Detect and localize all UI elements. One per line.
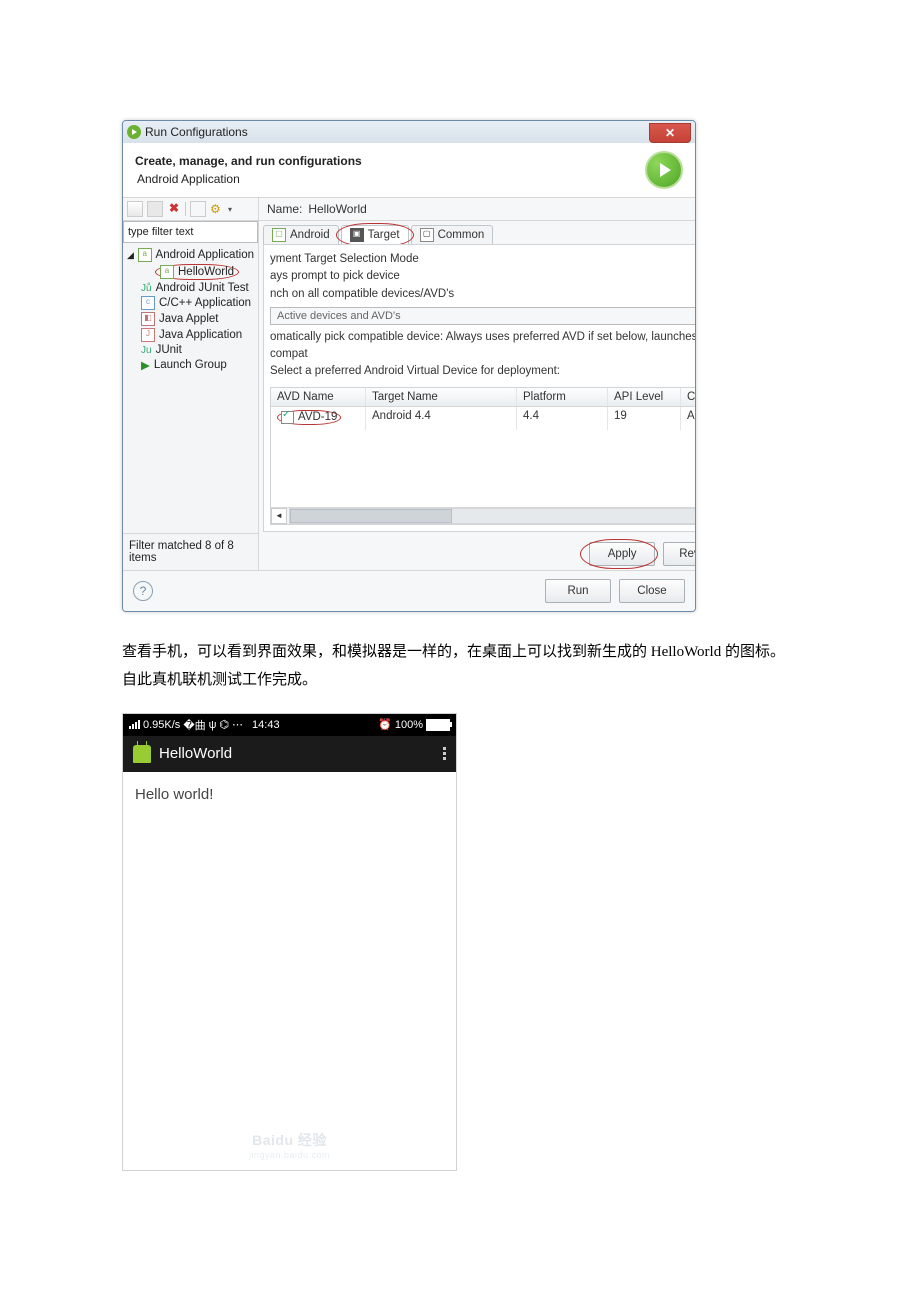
signal-icon — [129, 720, 140, 729]
th-avd-name[interactable]: AVD Name — [271, 388, 366, 406]
delete-icon[interactable]: ✖ — [167, 202, 181, 216]
hello-text: Hello world! — [135, 786, 213, 803]
tree-item-junit[interactable]: Ju JUnit — [125, 343, 256, 357]
android-config-icon: a — [160, 265, 174, 279]
cpp-icon: c — [141, 296, 155, 310]
duplicate-icon[interactable] — [147, 201, 163, 217]
header-subtitle: Android Application — [137, 172, 362, 186]
tab-android[interactable]: ▢ Android — [263, 225, 339, 244]
cell-avd-name: AVD-19 — [298, 411, 337, 423]
status-time: 14:43 — [252, 719, 280, 731]
config-tree: ◢ a Android Application a HelloWorld Jů … — [123, 243, 258, 533]
run-button[interactable]: Run — [545, 579, 611, 603]
left-pane: ✖ ⚙ ▾ ◢ a Android Application a — [123, 198, 259, 570]
th-cpu[interactable]: CPU/A — [681, 388, 696, 406]
tab-target[interactable]: ▣ Target — [341, 225, 409, 244]
tab-common[interactable]: ▢ Common — [411, 225, 494, 244]
status-bar: 0.95K/s �曲 ψ ⌬ ⋯ 14:43 ⏰ 100% — [123, 714, 456, 736]
name-value[interactable]: HelloWorld — [308, 202, 696, 216]
more-icon: ⋯ — [232, 718, 243, 731]
watermark: Baidu 经验 jingyan.baidu.com — [123, 1130, 456, 1160]
avd-table: AVD Name Target Name Platform API Level … — [270, 387, 696, 525]
footer: ? Run Close — [123, 570, 695, 611]
active-devices-dropdown[interactable]: Active devices and AVD's — [270, 307, 696, 325]
cell-cpu: ARM — [681, 407, 696, 430]
panel-line1: yment Target Selection Mode — [270, 251, 696, 268]
help-icon[interactable]: ? — [133, 581, 153, 601]
dropdown-arrow-icon[interactable]: ▾ — [228, 205, 232, 214]
cell-api-level: 19 — [608, 407, 681, 430]
applet-icon: ◧ — [141, 312, 155, 326]
filter-input[interactable] — [123, 221, 258, 243]
battery-icon — [426, 719, 450, 731]
alarm-icon: ⏰ — [378, 718, 392, 731]
app-title: HelloWorld — [159, 745, 232, 762]
status-speed: 0.95K/s — [143, 719, 180, 731]
bug-icon: ⌬ — [219, 718, 229, 731]
th-platform[interactable]: Platform — [517, 388, 608, 406]
cell-platform: 4.4 — [517, 407, 608, 430]
wifi-icon: �曲 — [183, 717, 205, 733]
close-button[interactable]: Close — [619, 579, 685, 603]
phone-body: Hello world! — [123, 772, 456, 817]
header: Create, manage, and run configurations A… — [123, 143, 695, 198]
hscrollbar[interactable]: ◄ ► — [271, 507, 696, 524]
table-row[interactable]: AVD-19 Android 4.4 4.4 19 ARM — [271, 407, 696, 430]
filter-status: Filter matched 8 of 8 items — [123, 533, 258, 570]
panel-line3: nch on all compatible devices/AVD's — [270, 286, 696, 303]
tree-item-android-junit[interactable]: Jů Android JUnit Test — [125, 281, 256, 295]
titlebar[interactable]: Run Configurations ✕ — [123, 121, 695, 143]
psi-icon: ψ — [209, 719, 217, 731]
overflow-menu-icon[interactable] — [443, 747, 446, 760]
target-tab-icon: ▣ — [350, 228, 364, 242]
name-row: Name: HelloWorld — [259, 198, 696, 221]
name-label: Name: — [267, 202, 302, 216]
tabs: ▢ Android ▣ Target ▢ Common — [259, 221, 696, 244]
doc-paragraph: 查看手机，可以看到界面效果，和模拟器是一样的，在桌面上可以找到新生成的 Hell… — [122, 638, 798, 695]
launch-group-icon: ▶ — [141, 358, 150, 372]
panel-line5: Select a preferred Android Virtual Devic… — [270, 363, 696, 380]
filter-icon[interactable]: ⚙ — [210, 202, 224, 216]
target-panel: yment Target Selection Mode ays prompt t… — [263, 244, 696, 532]
th-target-name[interactable]: Target Name — [366, 388, 517, 406]
scroll-left-button[interactable]: ◄ — [271, 508, 287, 524]
android-app-icon: a — [138, 248, 152, 262]
window-title: Run Configurations — [145, 125, 248, 139]
new-icon[interactable] — [127, 201, 143, 217]
revert-button[interactable]: Revert — [663, 542, 696, 566]
panel-line2: ays prompt to pick device — [270, 268, 696, 285]
android-tab-icon: ▢ — [272, 228, 286, 242]
th-api-level[interactable]: API Level — [608, 388, 681, 406]
avd-checkbox[interactable] — [281, 411, 294, 424]
app-bar: HelloWorld — [123, 736, 456, 772]
table-header: AVD Name Target Name Platform API Level … — [271, 388, 696, 407]
apply-button[interactable]: Apply — [589, 542, 655, 566]
cell-target-name: Android 4.4 — [366, 407, 517, 430]
panel-line4: omatically pick compatible device: Alway… — [270, 329, 696, 364]
apply-revert-row: Apply Revert — [259, 536, 696, 570]
tree-item-java-applet[interactable]: ◧ Java Applet — [125, 311, 256, 327]
window-close-button[interactable]: ✕ — [649, 123, 691, 143]
tree-item-cpp[interactable]: c C/C++ Application — [125, 295, 256, 311]
status-battery: 100% — [395, 719, 423, 731]
common-tab-icon: ▢ — [420, 228, 434, 242]
tree-item-android-app[interactable]: ◢ a Android Application — [125, 247, 256, 263]
run-configurations-window: Run Configurations ✕ Create, manage, and… — [122, 120, 696, 612]
right-pane: Name: HelloWorld ▢ Android ▣ Target ▢ — [259, 198, 696, 570]
phone-screenshot: 0.95K/s �曲 ψ ⌬ ⋯ 14:43 ⏰ 100% HelloWorld… — [122, 713, 457, 1171]
header-title: Create, manage, and run configurations — [135, 154, 362, 168]
left-toolbar: ✖ ⚙ ▾ — [123, 198, 258, 221]
java-app-icon: J — [141, 328, 155, 342]
tree-item-helloworld[interactable]: a HelloWorld — [125, 263, 256, 281]
run-icon — [127, 125, 141, 139]
app-icon — [133, 745, 151, 763]
collapse-icon[interactable] — [190, 201, 206, 217]
tree-item-java-app[interactable]: J Java Application — [125, 327, 256, 343]
tree-item-launch-group[interactable]: ▶ Launch Group — [125, 357, 256, 373]
big-run-icon — [645, 151, 683, 189]
